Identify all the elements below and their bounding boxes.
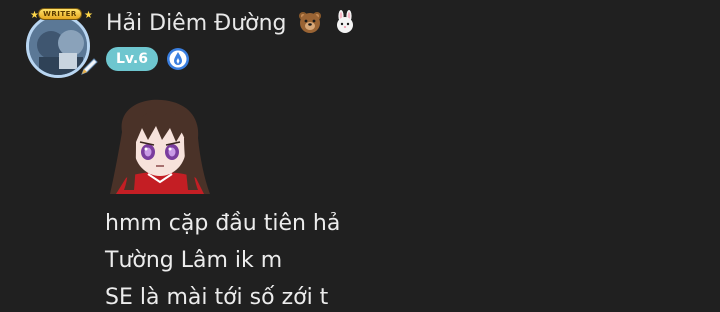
writer-badge: WRITER — [38, 8, 82, 20]
anime-girl-sticker[interactable] — [104, 98, 216, 196]
bear-face-icon — [298, 12, 321, 33]
message-line: Tường Lâm ik m — [105, 248, 283, 273]
username[interactable]: Hải Diêm Đường — [106, 11, 287, 36]
username-row[interactable]: Hải Diêm Đường — [106, 8, 357, 40]
avatar-frame[interactable]: ★ WRITER ★ — [22, 8, 98, 80]
rabbit-face-icon — [336, 10, 353, 33]
post-message: hmm cặp đầu tiên hả Tường Lâm ik m SE là… — [105, 205, 705, 312]
post-card: ★ WRITER ★ Hải Diêm Đường Lv.6 hmm cặp đ… — [0, 0, 720, 312]
verified-drop-icon[interactable] — [166, 47, 190, 71]
message-line: SE là mài tới số zới t — [105, 285, 329, 310]
message-line: hmm cặp đầu tiên hả — [105, 211, 341, 236]
pen-icon — [81, 58, 98, 75]
star-icon: ★ — [84, 10, 93, 21]
level-badge[interactable]: Lv.6 — [106, 47, 158, 71]
